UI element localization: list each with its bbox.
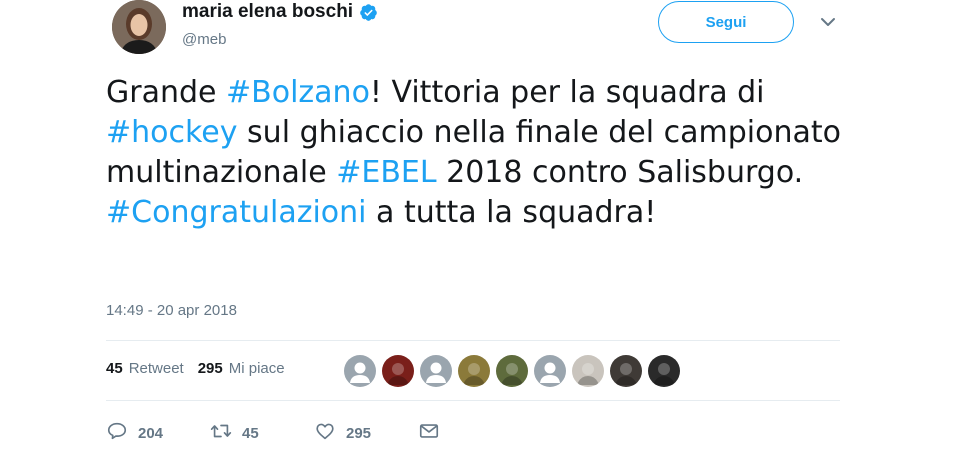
default-avatar-icon [540,362,560,383]
retweet-stat[interactable]: 45 Retweet [106,360,184,377]
divider-bottom [106,400,840,401]
envelope-icon [419,424,439,438]
photo-avatar-icon [615,363,637,385]
photo-avatar-icon [653,363,675,385]
tweet-text-segment: ! Vittoria per la squadra di [369,75,765,110]
liker-avatar[interactable] [420,355,452,387]
retweet-stat-count: 45 [106,360,123,377]
liker-avatar[interactable] [572,355,604,387]
photo-avatar-icon [387,363,409,385]
verified-badge-icon [360,3,377,21]
liker-avatar[interactable] [458,355,490,387]
direct-message-action[interactable] [418,420,450,442]
like-count: 295 [346,424,372,442]
user-handle[interactable]: @meb [182,31,226,48]
like-stat-count: 295 [197,360,223,377]
tweet-text-segment: a tutta la squadra! [366,195,657,230]
hashtag-link[interactable]: #hockey [106,115,238,150]
hashtag-link[interactable]: #EBEL [336,155,436,190]
liker-avatar[interactable] [534,355,566,387]
photo-avatar-icon [463,363,485,385]
like-stat-label: Mi piace [228,360,285,377]
tweet-actions: 204 45 295 [106,420,450,442]
retweet-count: 45 [242,424,259,442]
user-name-row: maria elena boschi [182,1,378,23]
tweet-text: Grande #Bolzano! Vittoria per la squadra… [106,73,866,233]
reply-icon [107,422,127,440]
liker-avatar[interactable] [610,355,642,387]
retweet-icon [210,424,232,438]
photo-avatar-icon [501,363,523,385]
follow-button[interactable]: Segui [658,1,794,43]
liker-avatar[interactable] [344,355,376,387]
liker-avatar[interactable] [382,355,414,387]
reply-count: 204 [138,424,164,442]
heart-icon [316,423,334,440]
engagement-stats: 45 Retweet 295 Mi piace [106,360,299,377]
tweet-text-segment: 2018 contro Salisburgo. [436,155,804,190]
tweet-timestamp[interactable]: 14:49 - 20 apr 2018 [106,302,237,319]
chevron-down-icon[interactable] [818,12,838,32]
tweet-text-segment: Grande [106,75,227,110]
liker-avatar[interactable] [648,355,680,387]
photo-avatar-icon [577,363,599,385]
default-avatar-icon [426,362,446,383]
divider-top [106,340,840,341]
reply-action[interactable]: 204 [106,420,210,442]
profile-avatar[interactable] [112,0,166,54]
retweet-stat-label: Retweet [128,360,184,377]
default-avatar-icon [350,362,370,383]
liker-avatars [344,355,680,387]
hashtag-link[interactable]: #Bolzano [226,75,370,110]
like-stat[interactable]: 295 Mi piace [198,360,285,377]
retweet-action[interactable]: 45 [210,420,314,442]
display-name[interactable]: maria elena boschi [182,1,353,23]
like-action[interactable]: 295 [314,420,418,442]
liker-avatar[interactable] [496,355,528,387]
hashtag-link[interactable]: #Congratulazioni [106,195,367,230]
profile-photo-icon [112,0,166,54]
